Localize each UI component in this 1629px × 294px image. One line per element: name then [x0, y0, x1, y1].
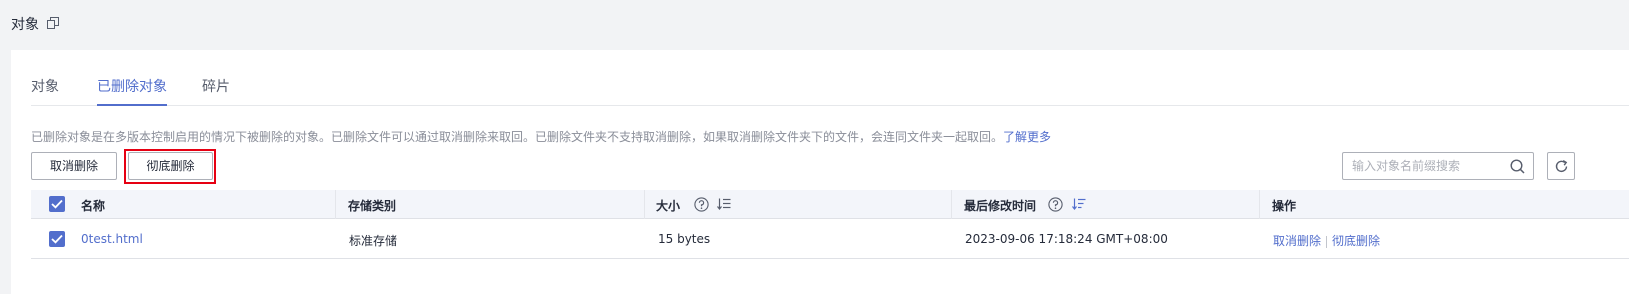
tab-fragments[interactable]: 碎片 [202, 76, 230, 106]
column-header-actions: 操作 [1272, 199, 1297, 213]
column-header-last-modified[interactable]: 最后修改时间 [964, 197, 1036, 214]
column-divider [644, 190, 645, 219]
notice-message: 已删除对象是在多版本控制启用的情况下被删除的对象。已删除文件可以通过取消删除来取… [31, 130, 1004, 144]
select-all-checkbox[interactable] [49, 196, 65, 212]
column-divider [951, 190, 952, 219]
row-cancel-delete-link[interactable]: 取消删除 [1273, 234, 1321, 248]
storage-class-cell: 标准存储 [349, 234, 398, 248]
copy-icon[interactable] [47, 17, 59, 29]
tab-objects[interactable]: 对象 [31, 76, 59, 106]
column-divider [1259, 190, 1260, 219]
size-cell: 15 bytes [658, 232, 711, 246]
refresh-icon [1555, 159, 1568, 173]
main-panel: 对象 已删除对象 碎片 已删除对象是在多版本控制启用的情况下被删除的对象。已删除… [11, 50, 1629, 294]
column-header-name[interactable]: 名称 [81, 197, 105, 214]
column-header-size[interactable]: 大小 [656, 197, 680, 214]
action-divider [1326, 235, 1328, 248]
row-checkbox[interactable] [49, 231, 65, 247]
help-icon[interactable] [694, 197, 709, 212]
column-divider [335, 190, 336, 219]
object-name-link[interactable]: 0test.html [81, 232, 143, 246]
tab-bar: 对象 已删除对象 碎片 [31, 50, 1629, 106]
search-icon[interactable] [1510, 159, 1525, 174]
search-input[interactable] [1343, 153, 1503, 179]
sort-icon[interactable] [717, 198, 731, 210]
highlight-box [124, 149, 216, 184]
table-header: 名称 存储类别 大小 最后修改时间 操作 [31, 190, 1629, 219]
refresh-button[interactable] [1547, 152, 1575, 180]
cancel-delete-button[interactable]: 取消删除 [31, 152, 117, 180]
row-permanent-delete-link[interactable]: 彻底删除 [1332, 234, 1380, 248]
column-header-storage-class[interactable]: 存储类别 [348, 197, 396, 214]
last-modified-cell: 2023-09-06 17:18:24 GMT+08:00 [965, 232, 1168, 246]
page-title: 对象 [11, 17, 39, 33]
help-icon[interactable] [1048, 197, 1063, 212]
table-row: 0test.html 标准存储 15 bytes 2023-09-06 17:1… [31, 220, 1629, 259]
top-bar: 对象 [0, 0, 1629, 50]
search-box [1342, 152, 1534, 180]
notice-text: 已删除对象是在多版本控制启用的情况下被删除的对象。已删除文件可以通过取消删除来取… [31, 128, 1051, 145]
sort-descending-icon[interactable] [1072, 198, 1086, 210]
learn-more-link[interactable]: 了解更多 [1003, 130, 1051, 144]
actions-cell: 取消删除 彻底删除 [1273, 232, 1380, 249]
tab-deleted-objects[interactable]: 已删除对象 [97, 76, 167, 106]
